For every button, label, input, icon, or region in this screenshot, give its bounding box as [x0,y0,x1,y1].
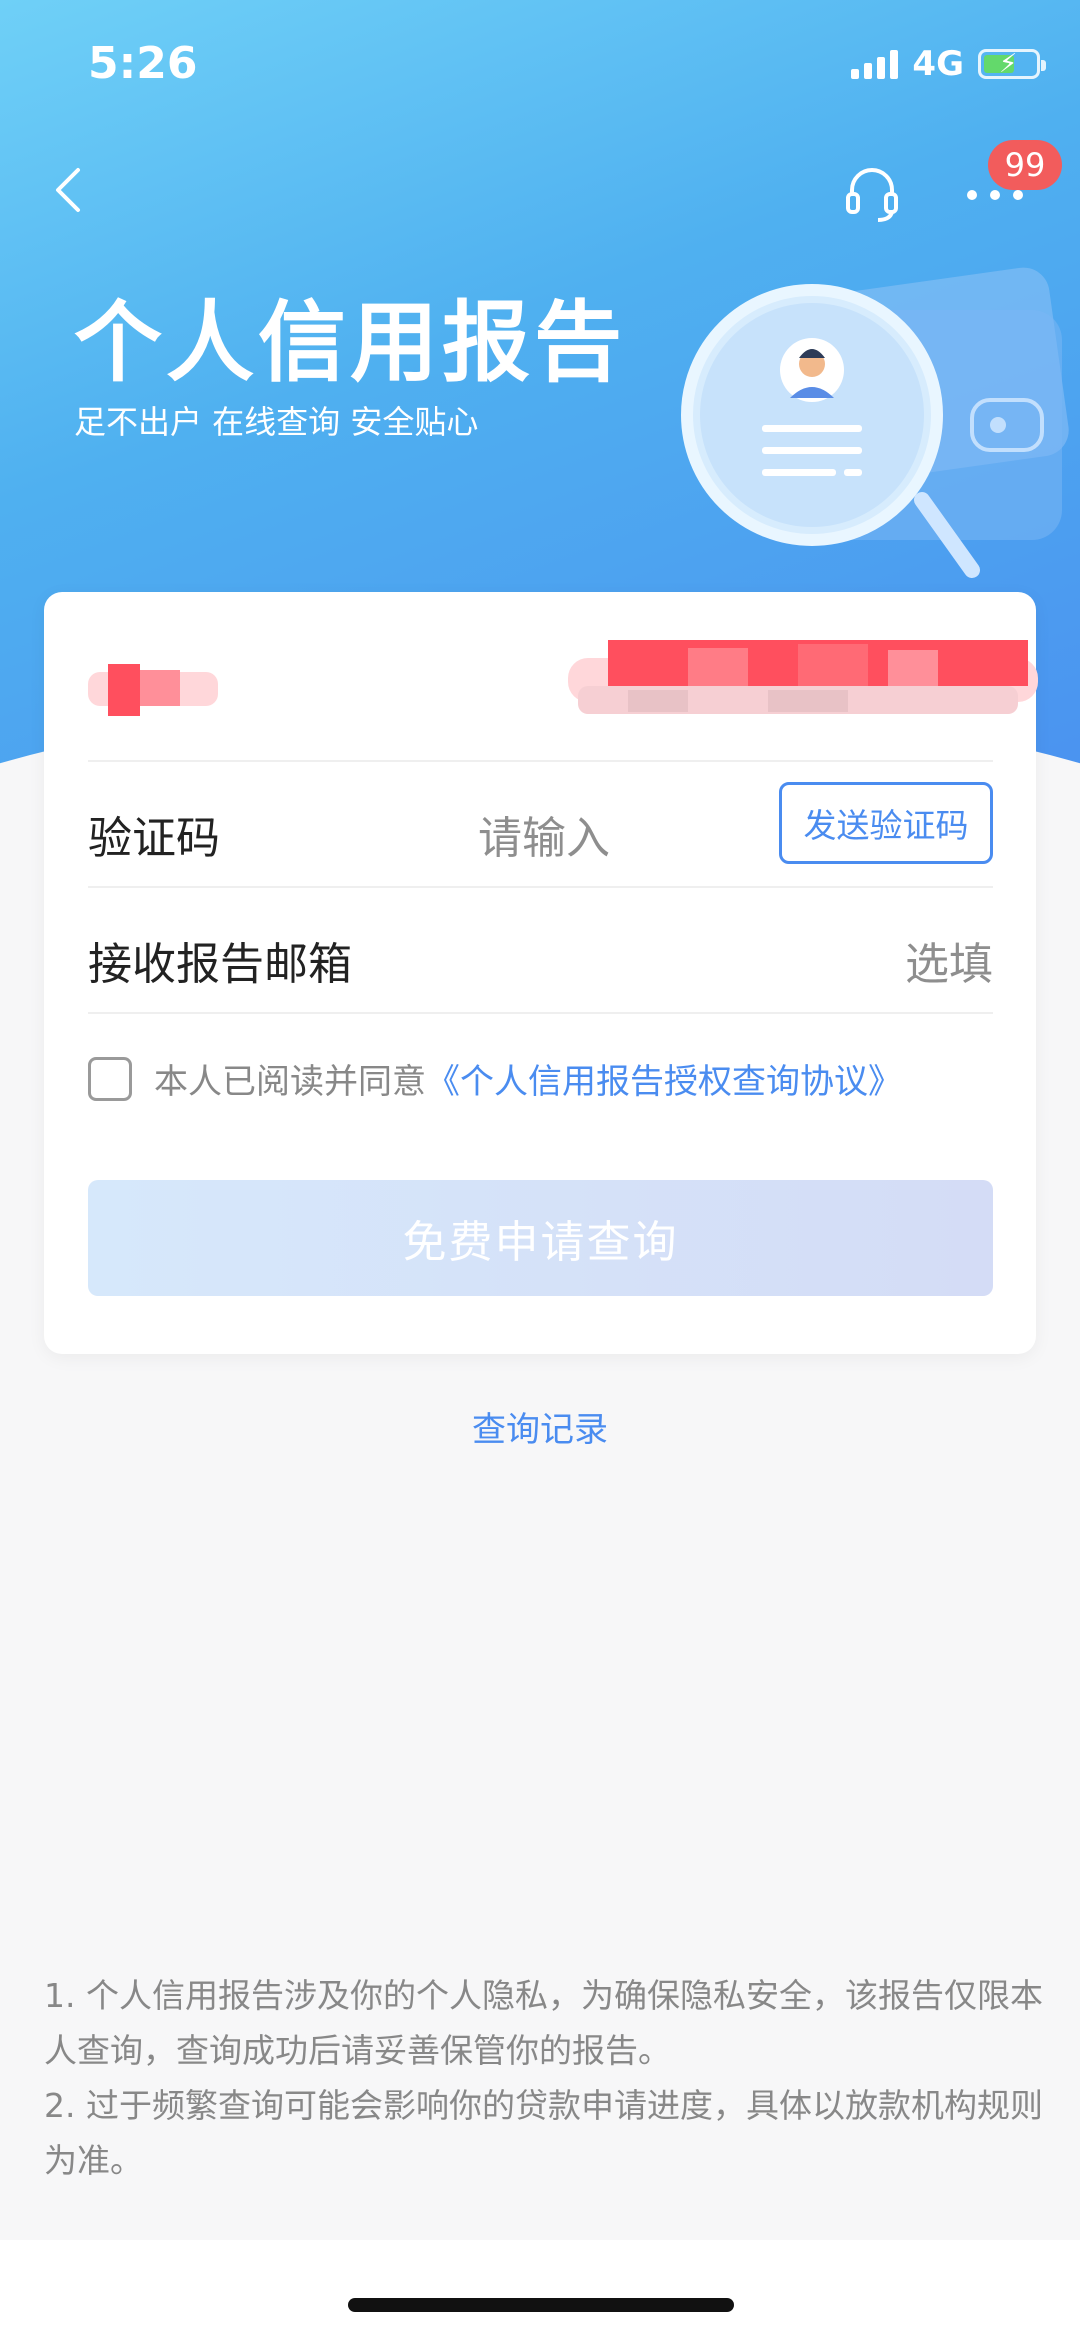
customer-service-button[interactable] [840,160,904,224]
note-item: 1. 个人信用报告涉及你的个人隐私，为确保隐私安全，该报告仅限本人查询，查询成功… [44,1976,1043,2070]
status-icons: 4G ⚡ [851,44,1046,84]
network-type: 4G [912,44,964,84]
send-code-button[interactable]: 发送验证码 [779,782,993,864]
email-label: 接收报告邮箱 [88,939,352,990]
agreement-link[interactable]: 《个人信用报告授权查询协议》 [426,1054,902,1103]
agreement-text: 本人已阅读并同意 [154,1062,426,1102]
notes: 1. 个人信用报告涉及你的个人隐私，为确保隐私安全，该报告仅限本人查询，查询成功… [44,1968,1044,2188]
redacted-name [88,664,218,716]
magnifier-report-illustration [681,267,1069,578]
query-history-link[interactable]: 查询记录 [0,1402,1080,1451]
charging-bolt-icon: ⚡ [999,49,1018,79]
page-subtitle: 足不出户 在线查询 安全贴心 [74,403,479,441]
redacted-id-number [568,640,1038,714]
code-label: 验证码 [88,813,220,864]
notification-badge: 99 [988,140,1062,190]
back-button[interactable] [50,160,90,220]
battery-icon: ⚡ [978,49,1046,79]
chevron-left-icon [56,168,80,212]
status-bar: 5:26 4G ⚡ [0,0,1080,130]
agreement-row: 本人已阅读并同意 《个人信用报告授权查询协议》 [88,1054,902,1103]
code-input[interactable]: 请输入 [478,802,610,866]
status-time: 5:26 [88,38,198,89]
note-item: 2. 过于频繁查询可能会影响你的贷款申请进度，具体以放款机构规则为准。 [44,2086,1043,2180]
submit-query-button[interactable]: 免费申请查询 [88,1180,993,1296]
headset-icon [846,168,898,222]
agreement-checkbox[interactable] [88,1056,132,1101]
email-row: 接收报告邮箱 选填 [88,886,993,1014]
name-id-row [88,592,1038,762]
home-indicator[interactable] [348,2298,734,2312]
verification-code-row: 验证码 请输入 发送验证码 [88,760,993,888]
signal-icon [851,49,899,79]
bottom-safe-area [0,2240,1080,2339]
page-title: 个人信用报告 [74,291,627,394]
query-form-card: 验证码 请输入 发送验证码 接收报告邮箱 选填 本人已阅读并同意 《个人信用报告… [44,592,1038,1354]
email-input[interactable]: 选填 [905,928,993,992]
